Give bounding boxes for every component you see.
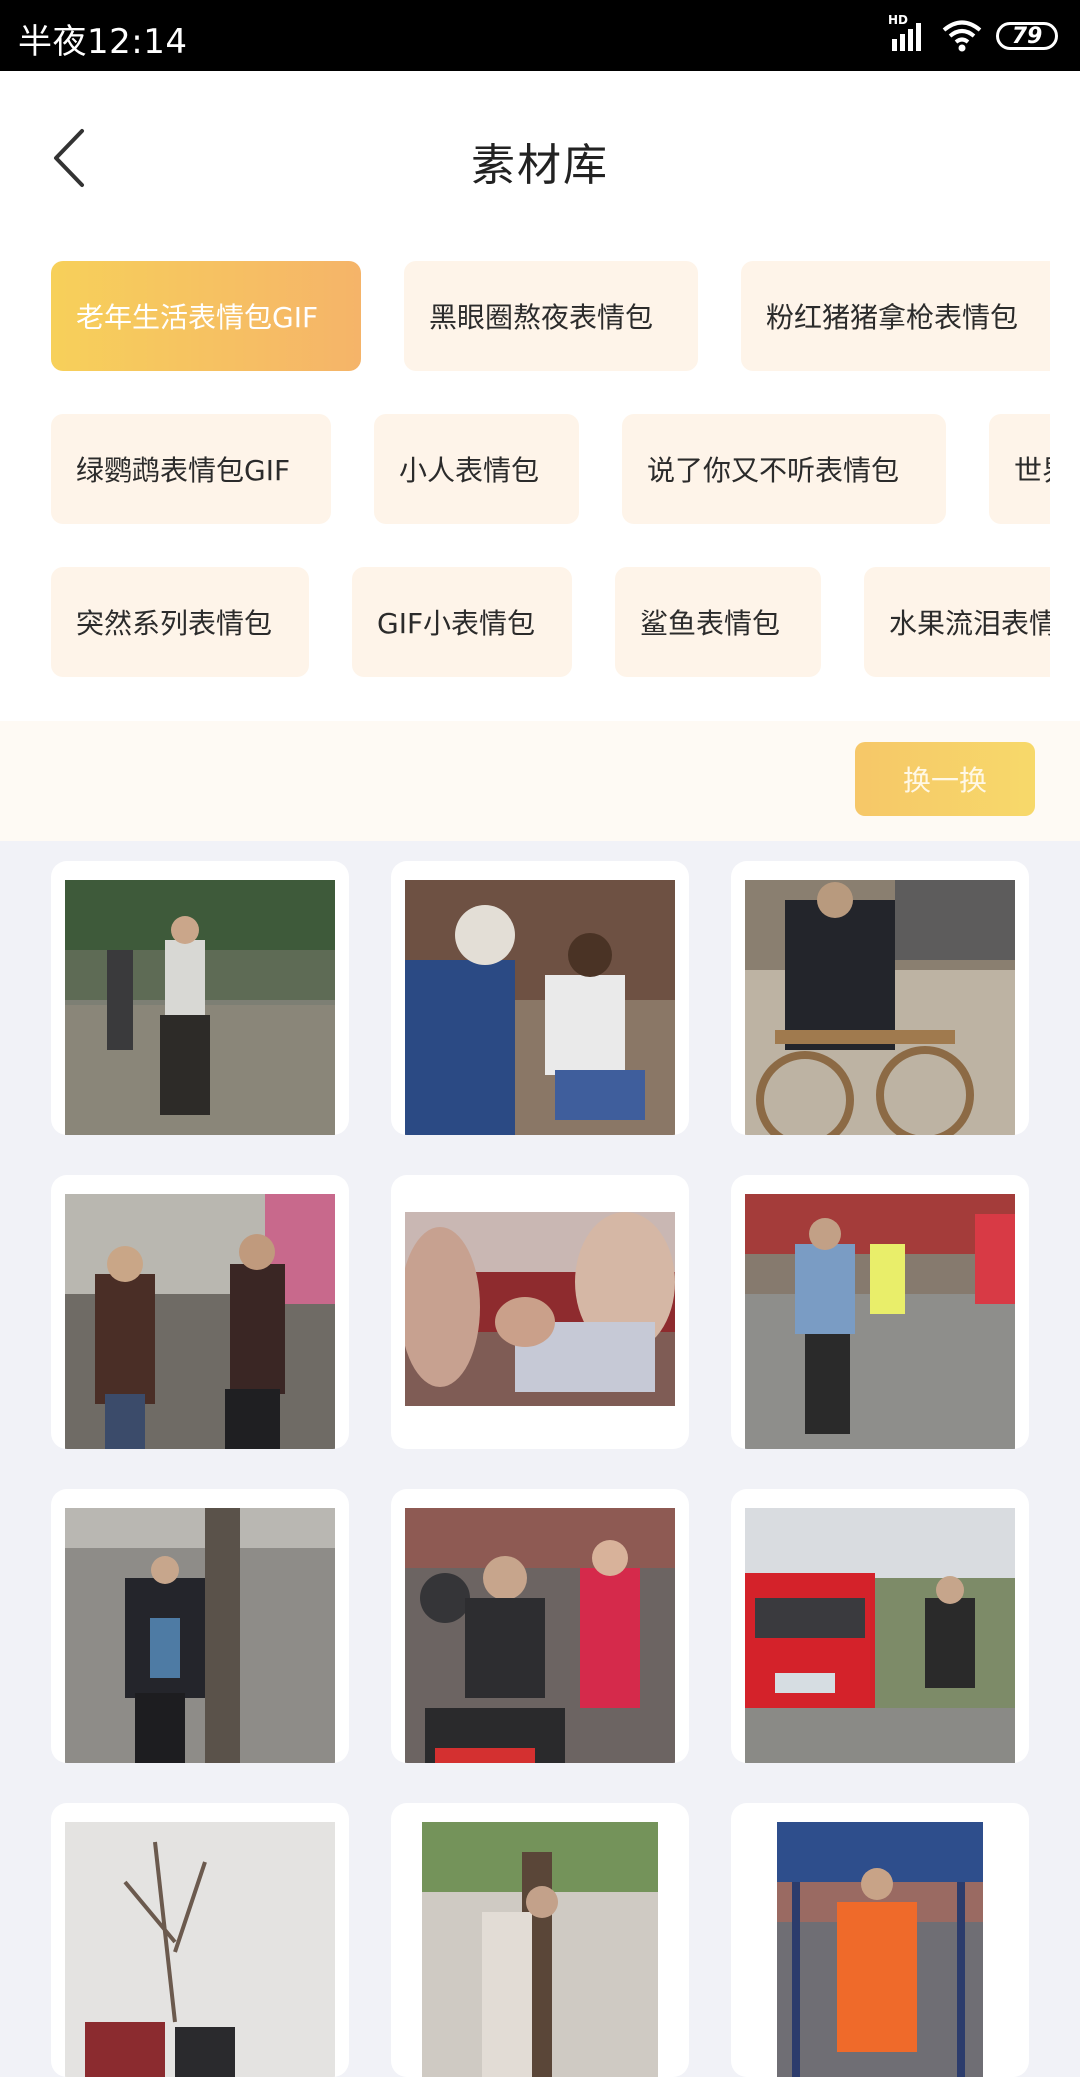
- tag-item[interactable]: 突然系列表情包: [51, 567, 309, 677]
- tag-cloud: 老年生活表情包GIF 黑眼圈熬夜表情包 粉红猪猪拿枪表情包 绿鹦鹉表情包GIF …: [0, 246, 1080, 721]
- gif-man-orange-vest: [777, 1822, 983, 2077]
- gif-two-men-dancing: [65, 1194, 335, 1449]
- gif-man-wooden-bicycle: [745, 880, 1015, 1135]
- tag-item[interactable]: 粉红猪猪拿枪表情包: [741, 261, 1050, 371]
- header: 素材库: [0, 71, 1080, 246]
- page-title: 素材库: [471, 140, 609, 191]
- tag-row-3: 突然系列表情包 GIF小表情包 鲨鱼表情包 水果流泪表情包: [51, 567, 1050, 677]
- refresh-band: 换一换: [0, 721, 1080, 841]
- grid-item[interactable]: [391, 1489, 689, 1763]
- grid-item[interactable]: [51, 1803, 349, 2077]
- gif-crowd-street-performance: [405, 1508, 675, 1763]
- gif-square-dancing: [745, 1194, 1015, 1449]
- tag-row-2: 绿鹦鹉表情包GIF 小人表情包 说了你又不听表情包 世界: [51, 414, 1050, 524]
- status-bar: 半夜12:14 HD 79: [0, 0, 1080, 71]
- gif-street-scene: [422, 1822, 658, 2077]
- gif-old-man-handshake: [405, 880, 675, 1135]
- grid-item[interactable]: [731, 1489, 1029, 1763]
- gif-old-man-dancing-plaza: [65, 880, 335, 1135]
- grid-item[interactable]: [391, 1803, 689, 2077]
- tag-item[interactable]: 说了你又不听表情包: [622, 414, 946, 524]
- status-icons: HD 79: [888, 13, 1058, 56]
- refresh-button[interactable]: 换一换: [855, 742, 1035, 816]
- battery-icon: 79: [996, 22, 1058, 50]
- grid-item[interactable]: [731, 861, 1029, 1135]
- tag-item[interactable]: 老年生活表情包GIF: [51, 261, 361, 371]
- tag-item[interactable]: 世界: [989, 414, 1050, 524]
- grid-item[interactable]: [51, 1175, 349, 1449]
- tag-item[interactable]: GIF小表情包: [352, 567, 572, 677]
- wifi-icon: [942, 19, 982, 53]
- grid-item[interactable]: [51, 1489, 349, 1763]
- tag-item[interactable]: 黑眼圈熬夜表情包: [404, 261, 698, 371]
- grid-item[interactable]: [391, 861, 689, 1135]
- tag-item[interactable]: 鲨鱼表情包: [615, 567, 821, 677]
- gif-man-by-red-car: [745, 1508, 1015, 1763]
- tag-item[interactable]: 水果流泪表情包: [864, 567, 1050, 677]
- grid-item[interactable]: [731, 1803, 1029, 2077]
- grid-item[interactable]: [391, 1175, 689, 1449]
- signal-icon: HD: [888, 13, 928, 53]
- sticker-grid: [0, 841, 1080, 2077]
- tag-row-1: 老年生活表情包GIF 黑眼圈熬夜表情包 粉红猪猪拿枪表情包: [51, 261, 1050, 371]
- tag-item[interactable]: 小人表情包: [374, 414, 579, 524]
- gif-bare-trees: [65, 1822, 335, 2077]
- grid-item[interactable]: [731, 1175, 1029, 1449]
- tag-item[interactable]: 绿鹦鹉表情包GIF: [51, 414, 331, 524]
- grid-item[interactable]: [51, 861, 349, 1135]
- status-time: 半夜12:14: [18, 22, 188, 62]
- gif-closeup-arm-wrestle: [405, 1212, 675, 1406]
- gif-man-hugging-tree: [65, 1508, 335, 1763]
